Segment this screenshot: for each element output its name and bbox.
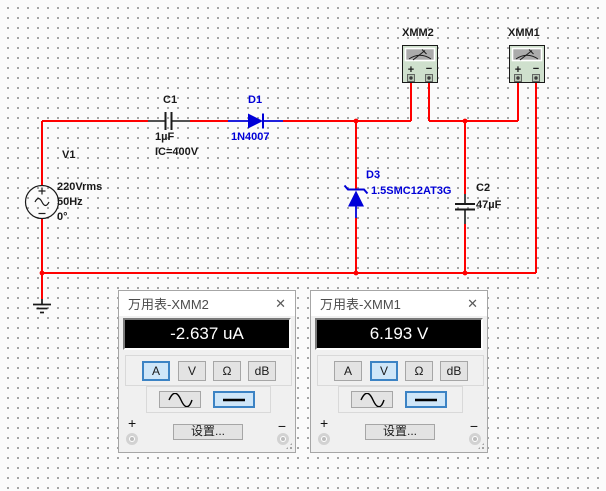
sine-wave-icon [167, 393, 193, 407]
measurement-display: -2.637 uA [123, 318, 291, 350]
mode-button-group: A V Ω dB [125, 355, 292, 386]
d3-ref-label: D3 [366, 168, 380, 183]
sine-wave-icon [359, 393, 385, 407]
coupling-button-group [146, 386, 271, 413]
multimeter-dialog-xmm2: 万用表-XMM2 ✕ -2.637 uA A V Ω dB + − 设置... [118, 290, 296, 453]
positive-terminal-label: + [320, 415, 328, 431]
d1-ref-label: D1 [248, 93, 262, 108]
c2-ref-label: C2 [476, 181, 490, 196]
c1-capacitance: 1µF [155, 131, 174, 143]
dc-coupling-button[interactable] [405, 391, 447, 408]
d3-tvs-diode-symbol[interactable] [345, 186, 368, 219]
d1-diode-symbol[interactable] [228, 114, 283, 129]
v1-ac-source-symbol[interactable] [26, 186, 59, 219]
v1-voltage: 220Vrms [57, 181, 102, 193]
ground-symbol[interactable] [33, 299, 51, 313]
measurement-display: 6.193 V [315, 318, 483, 350]
ac-coupling-button[interactable] [351, 391, 393, 408]
v1-phase: 0° [57, 211, 68, 223]
dialog-title: 万用表-XMM1 [320, 294, 401, 313]
c2-value-label: 47µF [476, 198, 501, 213]
dc-coupling-button[interactable] [213, 391, 255, 408]
xmm2-multimeter-icon[interactable]: + − [403, 46, 438, 83]
d1-value-label: 1N4007 [231, 130, 270, 145]
close-icon[interactable]: ✕ [467, 297, 478, 310]
volt-mode-button[interactable]: V [178, 361, 206, 381]
minus-terminal-mark: − [426, 63, 432, 75]
db-mode-button[interactable]: dB [248, 361, 276, 381]
coupling-button-group [338, 386, 463, 413]
negative-terminal-label: − [278, 418, 286, 434]
ohm-mode-button[interactable]: Ω [405, 361, 433, 381]
dialog-titlebar[interactable]: 万用表-XMM1 ✕ [311, 291, 487, 316]
close-icon[interactable]: ✕ [275, 297, 286, 310]
negative-terminal [469, 433, 481, 445]
settings-button[interactable]: 设置... [173, 424, 243, 440]
settings-button[interactable]: 设置... [365, 424, 435, 440]
positive-terminal [126, 433, 138, 445]
c1-value-label: 1µF IC=400V [155, 130, 198, 160]
ac-coupling-button[interactable] [159, 391, 201, 408]
mode-button-group: A V Ω dB [317, 355, 484, 386]
positive-terminal [318, 433, 330, 445]
ampere-mode-button[interactable]: A [334, 361, 362, 381]
volt-mode-button[interactable]: V [370, 361, 398, 381]
minus-terminal-mark: − [533, 63, 539, 75]
circuit-svg: + − + − [0, 0, 606, 491]
dc-line-icon [413, 396, 439, 404]
v1-frequency: 50Hz [57, 196, 83, 208]
ohm-mode-button[interactable]: Ω [213, 361, 241, 381]
xmm1-ref-label: XMM1 [508, 26, 540, 41]
ampere-mode-button[interactable]: A [142, 361, 170, 381]
wire-net[interactable] [42, 81, 536, 299]
db-mode-button[interactable]: dB [440, 361, 468, 381]
d3-value-label: 1.5SMC12AT3G [371, 184, 452, 199]
xmm2-ref-label: XMM2 [402, 26, 434, 41]
negative-terminal [277, 433, 289, 445]
v1-ref-label: V1 [62, 148, 75, 163]
xmm1-multimeter-icon[interactable]: + − [510, 46, 545, 83]
negative-terminal-label: − [470, 418, 478, 434]
dialog-titlebar[interactable]: 万用表-XMM2 ✕ [119, 291, 295, 316]
dialog-title: 万用表-XMM2 [128, 294, 209, 313]
v1-value-label: 220Vrms 50Hz 0° [57, 180, 102, 225]
c1-initial-condition: IC=400V [155, 146, 198, 158]
schematic-canvas: + − + − XMM2 XMM1 V1 220Vrms 50Hz 0° C1 1µ… [0, 0, 606, 491]
positive-terminal-label: + [128, 415, 136, 431]
c2-capacitor-symbol[interactable] [455, 194, 475, 224]
c1-capacitor-symbol[interactable] [148, 112, 190, 130]
c1-ref-label: C1 [163, 93, 177, 108]
dc-line-icon [221, 396, 247, 404]
multimeter-dialog-xmm1: 万用表-XMM1 ✕ 6.193 V A V Ω dB + − 设置... [310, 290, 488, 453]
